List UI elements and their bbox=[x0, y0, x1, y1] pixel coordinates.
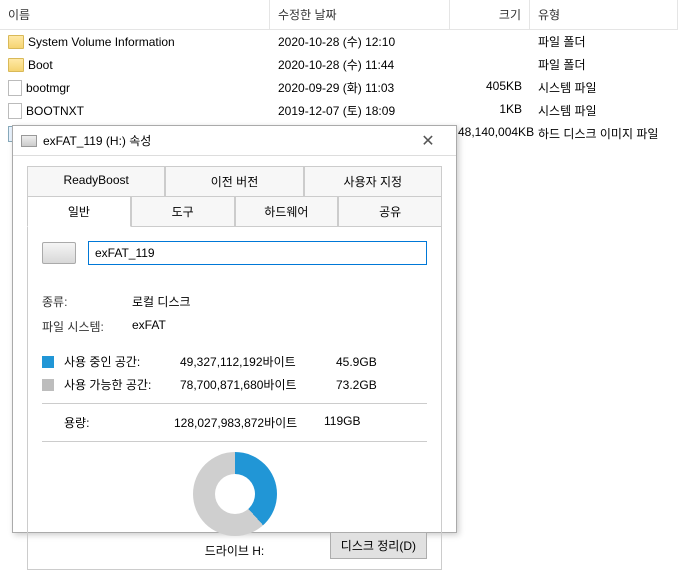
file-row[interactable]: System Volume Information 2020-10-28 (수) … bbox=[0, 30, 678, 53]
close-icon[interactable]: ✕ bbox=[408, 131, 448, 151]
tab-hardware[interactable]: 하드웨어 bbox=[235, 196, 339, 227]
capacity-label: 용량: bbox=[42, 414, 174, 431]
tab-general[interactable]: 일반 bbox=[27, 196, 131, 227]
tab-sharing[interactable]: 공유 bbox=[338, 196, 442, 227]
capacity-bytes: 128,027,983,872바이트 bbox=[174, 414, 324, 431]
file-type: 시스템 파일 bbox=[530, 77, 678, 98]
tab-tools[interactable]: 도구 bbox=[131, 196, 235, 227]
disk-cleanup-button[interactable]: 디스크 정리(D) bbox=[330, 532, 427, 559]
file-row[interactable]: bootmgr 2020-09-29 (화) 11:03405KB시스템 파일 bbox=[0, 76, 678, 99]
header-size[interactable]: 크기 bbox=[450, 0, 530, 29]
file-name: bootmgr bbox=[26, 81, 70, 95]
drive-large-icon bbox=[42, 242, 76, 264]
free-space-swatch bbox=[42, 379, 54, 391]
file-date: 2020-10-28 (수) 11:44 bbox=[270, 54, 450, 75]
file-type: 하드 디스크 이미지 파일 bbox=[530, 123, 678, 144]
file-date: 2020-10-28 (수) 12:10 bbox=[270, 31, 450, 52]
file-size bbox=[450, 31, 530, 52]
used-space-readable: 45.9GB bbox=[336, 355, 406, 369]
drive-name-input[interactable] bbox=[88, 241, 427, 265]
free-space-bytes: 78,700,871,680바이트 bbox=[180, 376, 330, 393]
header-name[interactable]: 이름 bbox=[0, 0, 270, 29]
tab-previous-versions[interactable]: 이전 버전 bbox=[165, 166, 303, 197]
tabs-row-1: ReadyBoost 이전 버전 사용자 지정 bbox=[27, 166, 442, 197]
file-size: 1KB bbox=[450, 100, 530, 121]
used-space-swatch bbox=[42, 356, 54, 368]
file-list-header: 이름 수정한 날짜 크기 유형 bbox=[0, 0, 678, 30]
file-type: 시스템 파일 bbox=[530, 100, 678, 121]
free-space-readable: 73.2GB bbox=[336, 378, 406, 392]
file-list: 이름 수정한 날짜 크기 유형 System Volume Informatio… bbox=[0, 0, 678, 145]
file-date: 2019-12-07 (토) 18:09 bbox=[270, 100, 450, 121]
file-size: 405KB bbox=[450, 77, 530, 98]
file-size bbox=[450, 54, 530, 75]
tabs-row-2: 일반 도구 하드웨어 공유 bbox=[27, 196, 442, 227]
file-row[interactable]: BOOTNXT 2019-12-07 (토) 18:091KB시스템 파일 bbox=[0, 99, 678, 122]
drive-icon bbox=[21, 135, 37, 147]
filesystem-label: 파일 시스템: bbox=[42, 318, 132, 335]
file-row[interactable]: Boot 2020-10-28 (수) 11:44 파일 폴더 bbox=[0, 53, 678, 76]
file-name: System Volume Information bbox=[28, 35, 175, 49]
drive-letter-label: 드라이브 H: bbox=[205, 542, 265, 559]
file-type: 파일 폴더 bbox=[530, 31, 678, 52]
file-size: 48,140,004KB bbox=[450, 123, 530, 144]
properties-dialog: exFAT_119 (H:) 속성 ✕ ReadyBoost 이전 버전 사용자… bbox=[12, 125, 457, 533]
header-type[interactable]: 유형 bbox=[530, 0, 678, 29]
used-space-label: 사용 중인 공간: bbox=[64, 353, 174, 370]
capacity-readable: 119GB bbox=[324, 414, 394, 431]
tab-readyboost[interactable]: ReadyBoost bbox=[27, 166, 165, 197]
filesystem-value: exFAT bbox=[132, 318, 427, 335]
used-space-bytes: 49,327,112,192바이트 bbox=[180, 353, 330, 370]
file-icon bbox=[8, 103, 22, 119]
file-icon bbox=[8, 80, 22, 96]
tab-customize[interactable]: 사용자 지정 bbox=[304, 166, 442, 197]
type-label: 종류: bbox=[42, 293, 132, 310]
folder-icon bbox=[8, 35, 24, 49]
dialog-title: exFAT_119 (H:) 속성 bbox=[43, 132, 408, 149]
type-value: 로컬 디스크 bbox=[132, 293, 427, 310]
folder-icon bbox=[8, 58, 24, 72]
header-date[interactable]: 수정한 날짜 bbox=[270, 0, 450, 29]
free-space-label: 사용 가능한 공간: bbox=[64, 376, 174, 393]
disk-usage-chart bbox=[193, 452, 277, 536]
file-name: BOOTNXT bbox=[26, 104, 84, 118]
file-date: 2020-09-29 (화) 11:03 bbox=[270, 77, 450, 98]
dialog-titlebar[interactable]: exFAT_119 (H:) 속성 ✕ bbox=[13, 126, 456, 156]
file-type: 파일 폴더 bbox=[530, 54, 678, 75]
tab-panel-general: 종류: 로컬 디스크 파일 시스템: exFAT 사용 중인 공간: 49,32… bbox=[27, 227, 442, 570]
file-name: Boot bbox=[28, 58, 53, 72]
